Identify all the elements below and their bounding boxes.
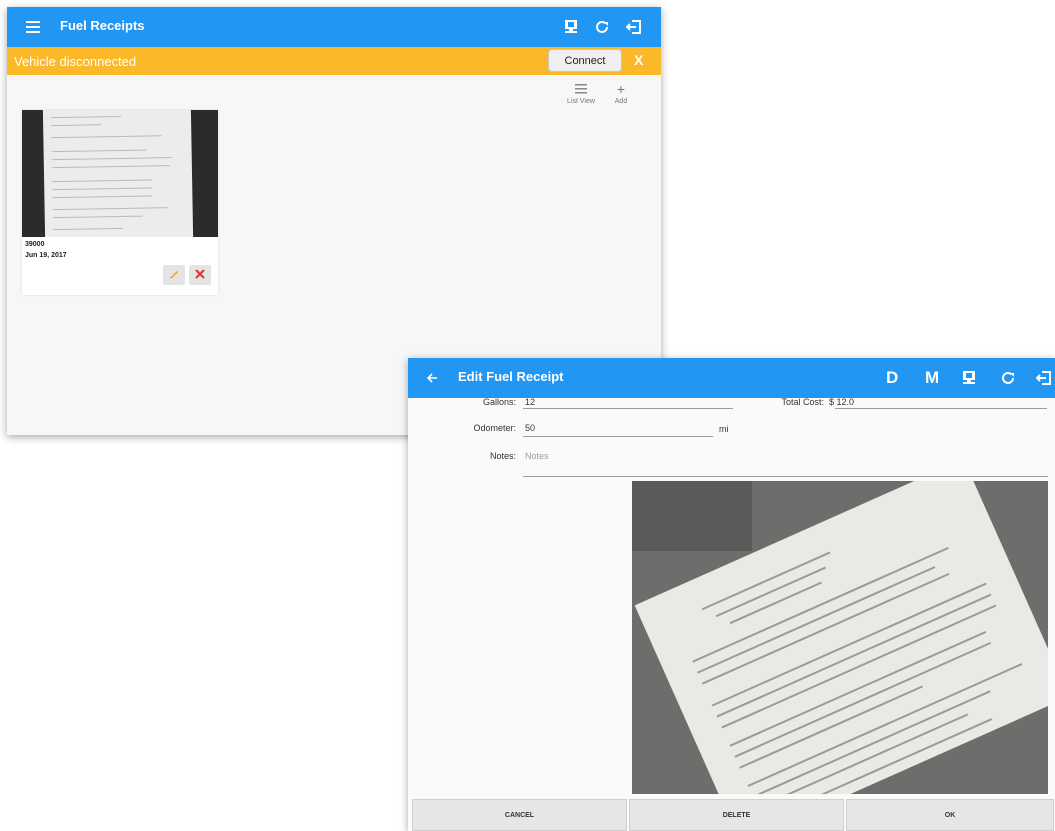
logout-icon[interactable] xyxy=(1035,369,1053,387)
delete-x-icon xyxy=(195,268,205,282)
list-icon xyxy=(563,82,599,96)
back-arrow-icon[interactable] xyxy=(424,370,440,386)
list-view-label: List View xyxy=(567,98,595,105)
monitor-icon[interactable] xyxy=(960,369,978,387)
fuel-receipt-card[interactable]: 39000 Jun 19, 2017 xyxy=(22,110,218,295)
list-view-button[interactable]: List View xyxy=(563,82,599,105)
gallons-underline xyxy=(523,408,733,409)
add-button[interactable]: + Add xyxy=(608,82,634,105)
edit-fuel-receipt-window: Edit Fuel Receipt D M Gallons: 12 Total … xyxy=(408,358,1055,831)
menu-icon[interactable] xyxy=(25,19,41,35)
action-bar: CANCEL DELETE OK xyxy=(408,799,1055,831)
refresh-icon[interactable] xyxy=(593,18,611,36)
notes-field[interactable]: Notes xyxy=(525,451,549,461)
odometer-label: Odometer: xyxy=(473,423,516,433)
cancel-button[interactable]: CANCEL xyxy=(412,799,627,831)
refresh-icon[interactable] xyxy=(999,369,1017,387)
receipt-date: Jun 19, 2017 xyxy=(25,252,67,259)
d-status-icon[interactable]: D xyxy=(886,368,898,388)
edit-app-bar: Edit Fuel Receipt D M xyxy=(408,358,1055,398)
receipt-photo[interactable] xyxy=(632,481,1048,794)
disconnected-banner: Vehicle disconnected Connect X xyxy=(7,47,661,75)
notes-underline xyxy=(523,476,1048,477)
banner-close-button[interactable]: X xyxy=(634,52,643,68)
monitor-icon[interactable] xyxy=(562,18,580,36)
odometer-unit: mi xyxy=(719,424,729,434)
ok-button[interactable]: OK xyxy=(846,799,1054,831)
add-label: Add xyxy=(614,98,628,105)
receipt-odometer: 39000 xyxy=(25,241,45,248)
receipt-thumbnail[interactable] xyxy=(22,110,218,237)
delete-button[interactable]: DELETE xyxy=(629,799,844,831)
odometer-field[interactable]: 50 xyxy=(525,423,535,433)
notes-label: Notes: xyxy=(489,451,516,461)
gallons-field[interactable]: 12 xyxy=(525,397,535,407)
total-cost-underline xyxy=(835,408,1047,409)
logout-icon[interactable] xyxy=(625,18,643,36)
receipt-paper-image xyxy=(42,110,194,237)
app-bar: Fuel Receipts xyxy=(7,7,661,47)
edit-receipt-button[interactable] xyxy=(163,265,185,285)
page-title: Fuel Receipts xyxy=(60,18,145,33)
total-cost-label: Total Cost: xyxy=(781,397,824,407)
connect-button[interactable]: Connect xyxy=(548,49,622,72)
delete-receipt-button[interactable] xyxy=(189,265,211,285)
total-cost-field[interactable]: $ 12.0 xyxy=(829,397,854,407)
plus-icon: + xyxy=(616,81,626,97)
pencil-icon xyxy=(169,268,180,282)
m-status-icon[interactable]: M xyxy=(925,368,939,388)
edit-page-title: Edit Fuel Receipt xyxy=(458,369,564,384)
banner-message: Vehicle disconnected xyxy=(14,54,137,69)
gallons-label: Gallons: xyxy=(482,397,516,407)
odometer-underline xyxy=(523,436,713,437)
